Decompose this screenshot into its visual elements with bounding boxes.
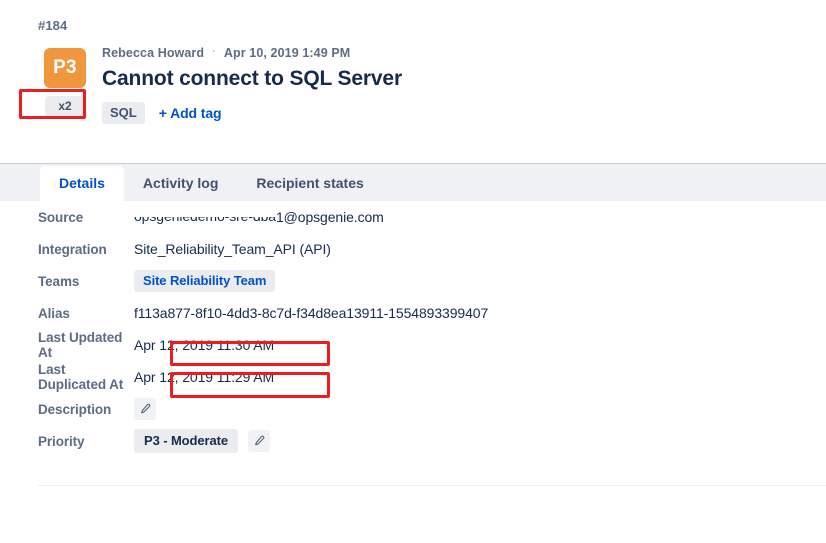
edit-priority-button[interactable] (247, 430, 270, 452)
detail-label-integration: Integration (38, 241, 107, 257)
detail-row-priority: Priority P3 - Moderate (0, 425, 826, 457)
detail-value-priority: P3 - Moderate (134, 429, 270, 453)
detail-label-alias: Alias (38, 305, 70, 321)
detail-row-description: Description (0, 393, 826, 425)
priority-badge-column: P3 x2 (34, 44, 96, 117)
duplicate-count-badge[interactable]: x2 (45, 96, 85, 117)
tab-recipient-states[interactable]: Recipient states (237, 166, 382, 202)
detail-value-last-duplicated-at: Apr 12, 2019 11:29 AM (134, 369, 275, 385)
tag-row: SQL + Add tag (102, 102, 794, 124)
details-panel: Source opsgeniedemo-sre-dba1@opsgenie.co… (0, 201, 826, 457)
source-visible-text: 1@opsgenie.com (275, 209, 384, 225)
detail-row-teams: Teams Site Reliability Team (0, 265, 826, 297)
alert-created-at: Apr 10, 2019 1:49 PM (223, 46, 351, 60)
tab-details[interactable]: Details (40, 166, 124, 202)
alert-header: P3 x2 Rebecca Howard · Apr 10, 2019 1:49… (34, 44, 794, 124)
priority-badge: P3 (44, 48, 86, 88)
pencil-icon (253, 435, 265, 447)
alert-id: #184 (38, 18, 68, 33)
add-tag-button[interactable]: + Add tag (159, 105, 222, 121)
detail-row-last-duplicated-at: Last Duplicated At Apr 12, 2019 11:29 AM (0, 361, 826, 393)
detail-label-last-duplicated-at: Last Duplicated At (38, 362, 124, 392)
alert-meta: Rebecca Howard · Apr 10, 2019 1:49 PM (102, 44, 794, 62)
tag-chip-sql[interactable]: SQL (102, 102, 145, 124)
tab-activity-log[interactable]: Activity log (124, 166, 237, 202)
source-redacted-text: opsgeniedemo-sre-dba (134, 217, 276, 225)
alert-title-column: Rebecca Howard · Apr 10, 2019 1:49 PM Ca… (96, 44, 794, 124)
detail-label-source: Source (38, 209, 84, 225)
pencil-icon (139, 403, 151, 415)
detail-value-last-updated-at: Apr 12, 2019 11:30 AM (134, 337, 275, 353)
meta-separator-dot: · (212, 45, 216, 58)
detail-label-description: Description (38, 401, 112, 417)
detail-row-alias: Alias f113a877-8f10-4dd3-8c7d-f34d8ea139… (0, 297, 826, 329)
detail-value-source: opsgeniedemo-sre-dba1@opsgenie.com (134, 209, 384, 225)
bottom-divider (38, 485, 826, 486)
detail-value-alias: f113a877-8f10-4dd3-8c7d-f34d8ea13911-155… (134, 305, 489, 321)
detail-row-integration: Integration Site_Reliability_Team_API (A… (0, 233, 826, 265)
detail-label-teams: Teams (38, 273, 80, 289)
detail-row-source: Source opsgeniedemo-sre-dba1@opsgenie.co… (0, 201, 826, 233)
detail-label-last-updated-at: Last Updated At (38, 330, 123, 360)
detail-value-description (134, 398, 156, 420)
edit-description-button[interactable] (134, 398, 156, 420)
tab-bar: Details Activity log Recipient states (0, 163, 826, 202)
duplicate-count-wrapper: x2 (34, 96, 96, 117)
detail-label-priority: Priority (38, 433, 85, 449)
team-chip[interactable]: Site Reliability Team (134, 270, 276, 292)
detail-value-integration: Site_Reliability_Team_API (API) (134, 241, 331, 257)
detail-value-teams: Site Reliability Team (134, 270, 276, 292)
page-title: Cannot connect to SQL Server (102, 67, 402, 90)
detail-row-last-updated-at: Last Updated At Apr 12, 2019 11:30 AM (0, 329, 826, 361)
alert-author: Rebecca Howard (102, 46, 205, 60)
priority-chip: P3 - Moderate (134, 429, 238, 453)
